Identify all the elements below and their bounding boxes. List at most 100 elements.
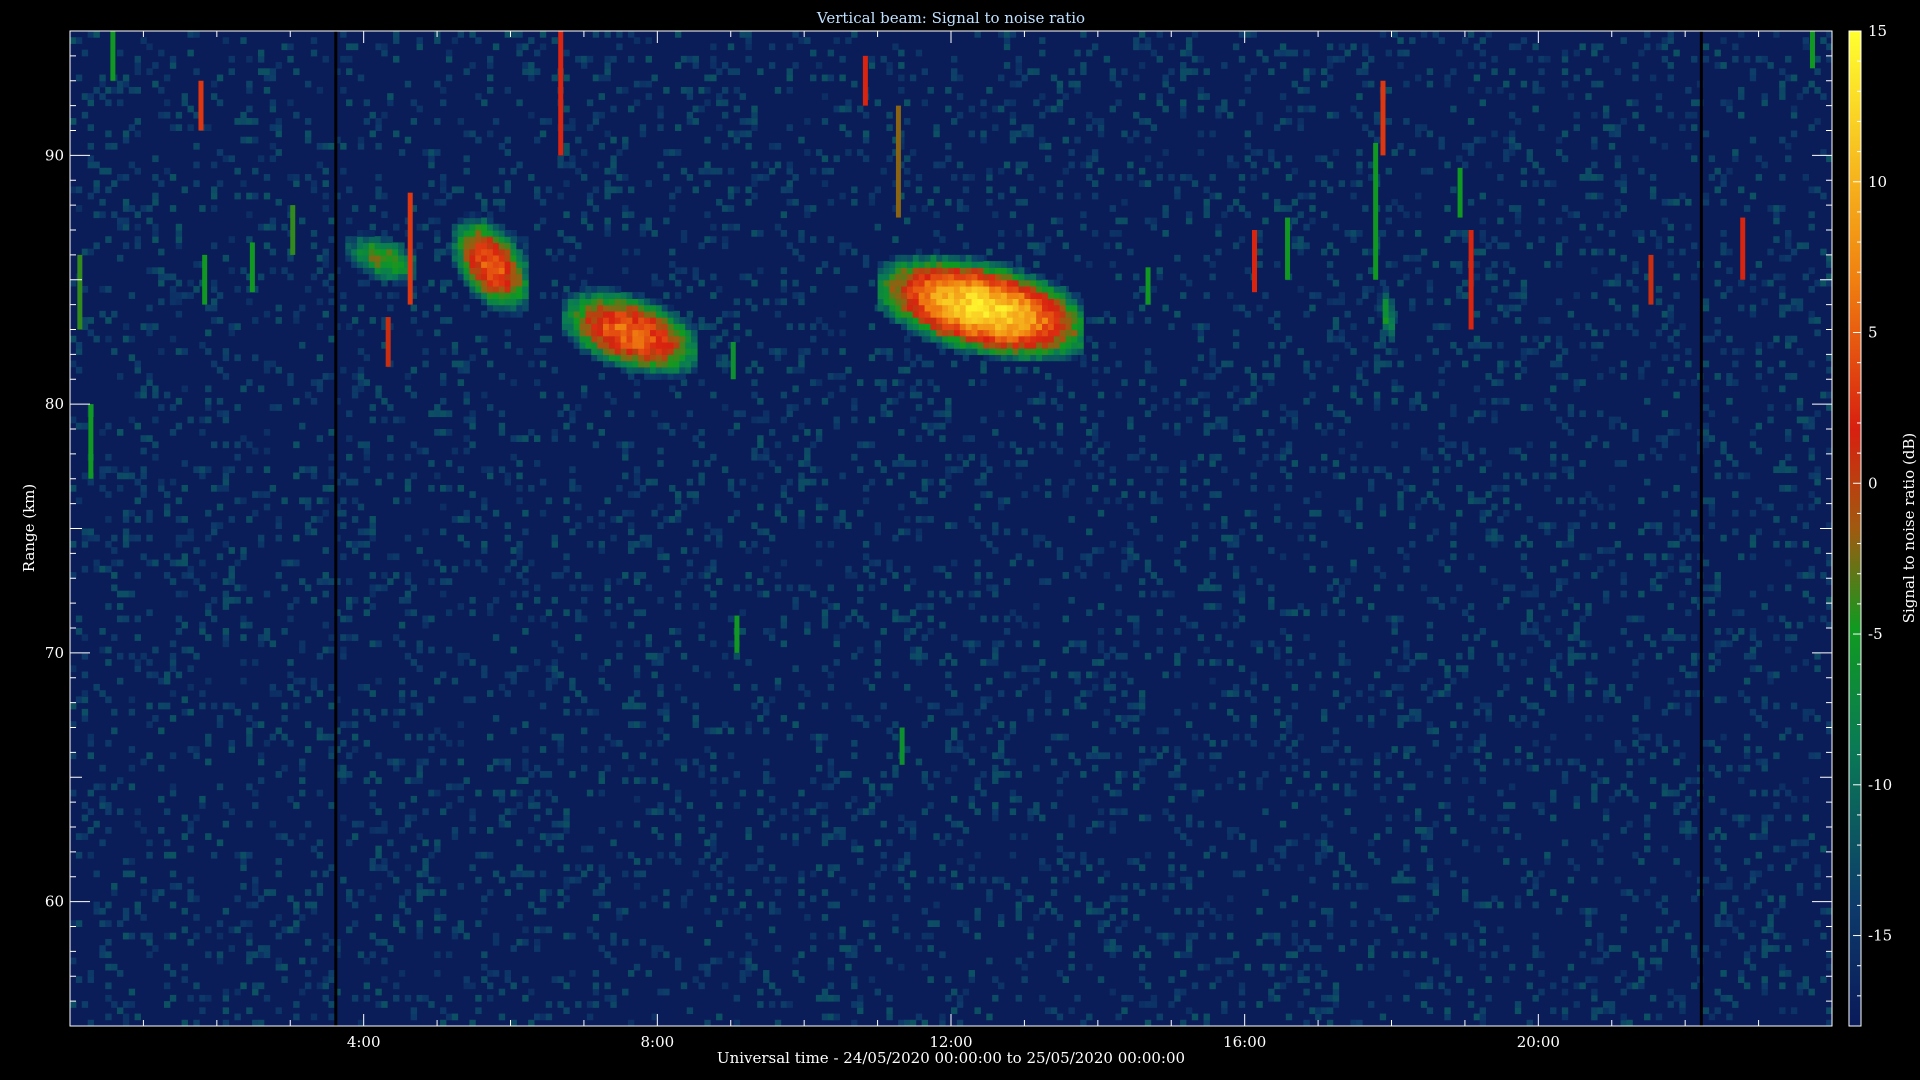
- noise-cell: [404, 136, 412, 144]
- noise-cell: [1039, 907, 1046, 915]
- noise-cell: [457, 31, 465, 38]
- noise-cell: [1121, 715, 1128, 722]
- noise-cell: [181, 696, 188, 704]
- noise-cell: [575, 484, 582, 492]
- noise-cell: [252, 167, 259, 175]
- noise-cell: [798, 584, 805, 592]
- noise-cell: [915, 603, 923, 610]
- noise-cell: [1191, 323, 1199, 330]
- noise-cell: [346, 43, 353, 51]
- noise-cell: [927, 516, 934, 523]
- noise-cell: [1015, 472, 1022, 480]
- noise-cell: [393, 851, 400, 859]
- noise-cell: [1256, 236, 1263, 243]
- noise-cell: [798, 236, 805, 243]
- noise-cell: [1138, 578, 1146, 585]
- noise-cell: [463, 130, 470, 138]
- noise-cell: [410, 702, 418, 710]
- noise-cell: [1197, 789, 1205, 797]
- noise-cell: [257, 68, 265, 76]
- noise-cell: [346, 615, 353, 623]
- noise-cell: [586, 516, 594, 523]
- noise-cell: [1232, 404, 1240, 411]
- noise-cell: [281, 559, 288, 567]
- noise-cell: [745, 970, 752, 977]
- noise-cell: [152, 267, 159, 275]
- noise-cell: [1232, 827, 1240, 834]
- noise-cell: [945, 198, 952, 206]
- noise-cell: [81, 833, 89, 840]
- noise-cell: [1344, 49, 1351, 57]
- noise-cell: [381, 230, 388, 237]
- noise-cell: [739, 118, 746, 125]
- noise-cell: [1097, 317, 1105, 324]
- noise-cell: [839, 385, 846, 393]
- noise-cell: [410, 472, 418, 480]
- noise-cell: [645, 970, 652, 977]
- noise-cell: [1068, 1007, 1075, 1015]
- noise-cell: [1127, 522, 1134, 529]
- noise-cell: [986, 466, 993, 474]
- noise-cell: [199, 584, 206, 592]
- noise-cell: [1115, 789, 1122, 797]
- noise-cell: [422, 310, 429, 318]
- noise-cell: [727, 889, 735, 896]
- noise-cell: [751, 192, 758, 200]
- noise-cell: [1027, 808, 1034, 816]
- noise-cell: [1027, 814, 1034, 822]
- noise-cell: [839, 827, 846, 834]
- noise-cell: [75, 341, 83, 349]
- noise-cell: [1068, 814, 1075, 822]
- noise-cell: [551, 820, 558, 828]
- noise-cell: [281, 628, 288, 635]
- noise-cell: [146, 379, 153, 386]
- noise-cell: [122, 858, 130, 865]
- noise-cell: [445, 609, 453, 617]
- noise-cell: [939, 876, 946, 884]
- noise-cell: [616, 640, 623, 648]
- noise-cell: [1062, 733, 1069, 741]
- noise-cell: [434, 951, 441, 959]
- noise-cell: [469, 827, 476, 834]
- noise-cell: [880, 603, 887, 610]
- noise-cell: [939, 590, 946, 598]
- noise-cell: [1285, 715, 1293, 722]
- noise-cell: [674, 31, 682, 38]
- noise-cell: [1015, 161, 1022, 169]
- noise-cell: [1086, 901, 1093, 909]
- noise-cell: [1068, 938, 1075, 946]
- noise-cell: [416, 926, 423, 934]
- noise-cell: [1121, 994, 1128, 1002]
- noise-cell: [1150, 572, 1158, 579]
- noise-cell: [1268, 988, 1275, 996]
- noise-cell: [369, 572, 376, 579]
- noise-cell: [440, 914, 447, 921]
- noise-cell: [510, 870, 517, 878]
- noise-cell: [992, 659, 999, 666]
- noise-cell: [1209, 702, 1216, 710]
- noise-cell: [1326, 994, 1334, 1002]
- noise-cell: [163, 503, 171, 511]
- noise-cell: [992, 994, 999, 1002]
- noise-cell: [469, 422, 476, 430]
- noise-cell: [997, 690, 1005, 697]
- noise-cell: [786, 453, 793, 461]
- noise-cell: [169, 292, 177, 299]
- noise-cell: [592, 982, 600, 990]
- noise-cell: [692, 702, 699, 710]
- noise-cell: [1103, 938, 1111, 946]
- noise-cell: [111, 310, 118, 318]
- noise-cell: [1121, 198, 1128, 206]
- noise-cell: [263, 174, 271, 181]
- noise-cell: [234, 559, 241, 567]
- noise-cell: [833, 37, 840, 44]
- noise-cell: [845, 951, 852, 959]
- noise-cell: [733, 422, 741, 430]
- noise-cell: [316, 652, 324, 660]
- noise-cell: [1326, 161, 1334, 169]
- noise-cell: [751, 453, 758, 461]
- noise-cell: [398, 827, 406, 834]
- noise-cell: [727, 478, 735, 486]
- noise-cell: [657, 596, 664, 604]
- noise-cell: [187, 746, 194, 753]
